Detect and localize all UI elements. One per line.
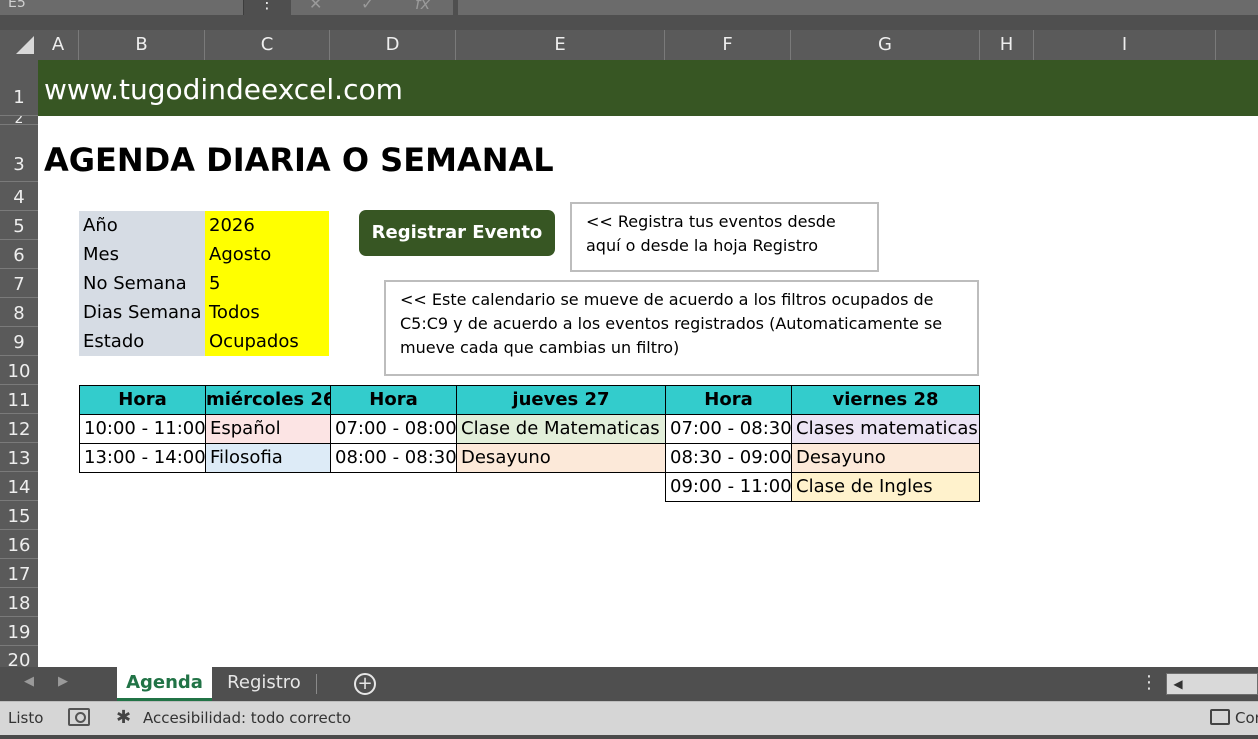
note-calendar-line: mueve cada que cambias un filtro) (400, 338, 680, 357)
column-header-a[interactable]: A (38, 30, 79, 60)
status-ready: Listo (8, 709, 44, 727)
row-header-2[interactable]: 2 (0, 116, 38, 125)
filter-label-month[interactable]: Mes (79, 240, 205, 269)
column-header-h[interactable]: H (980, 30, 1034, 60)
row-header-17[interactable]: 17 (0, 559, 38, 588)
calendar-event-cell[interactable]: Español (205, 414, 331, 444)
calendar-header-hour[interactable]: Hora (330, 385, 457, 415)
name-box-options-icon[interactable]: ⋮ (250, 0, 284, 15)
row-header-11[interactable]: 11 (0, 385, 38, 414)
calendar-event-cell[interactable]: Filosofia (205, 443, 331, 473)
column-header-d[interactable]: D (330, 30, 456, 60)
note-register-line: aquí o desde la hoja Registro (586, 236, 818, 255)
website-banner[interactable]: www.tugodindeexcel.com (44, 70, 403, 110)
row-header-3[interactable]: 3 (0, 125, 38, 182)
column-header-c[interactable]: C (205, 30, 330, 60)
page-title[interactable]: AGENDA DIARIA O SEMANAL (44, 140, 554, 180)
calendar-time-cell[interactable]: 10:00 - 11:00 (79, 414, 206, 444)
column-header-i[interactable]: I (1034, 30, 1216, 60)
accessibility-status[interactable]: Accesibilidad: todo correcto (143, 701, 351, 735)
scroll-left-icon[interactable]: ◀ (1168, 673, 1188, 695)
calendar-header-day[interactable]: jueves 27 (456, 385, 666, 415)
calendar-time-cell[interactable]: 07:00 - 08:00 (330, 414, 457, 444)
tab-registro[interactable]: Registro (214, 667, 314, 701)
column-header-e[interactable]: E (456, 30, 665, 60)
filter-value-weekdays[interactable]: Todos (205, 298, 329, 327)
column-header-g[interactable]: G (791, 30, 980, 60)
row-header-6[interactable]: 6 (0, 240, 38, 269)
enter-icon[interactable]: ✓ (361, 0, 374, 13)
row-header-14[interactable]: 14 (0, 472, 38, 501)
note-calendar-line: << Este calendario se mueve de acuerdo a… (400, 290, 934, 309)
row-header-8[interactable]: 8 (0, 298, 38, 327)
column-header-f[interactable]: F (665, 30, 791, 60)
tab-divider (316, 674, 317, 694)
row-header-1[interactable]: 1 (0, 60, 38, 116)
calendar-time-cell[interactable]: 08:30 - 09:00 (665, 443, 792, 473)
column-header-b[interactable]: B (79, 30, 205, 60)
tab-agenda[interactable]: Agenda (117, 667, 212, 701)
row-header-15[interactable]: 15 (0, 501, 38, 530)
row-header-7[interactable]: 7 (0, 269, 38, 298)
note-register-line: << Registra tus eventos desde (586, 212, 836, 231)
calendar-header-hour[interactable]: Hora (665, 385, 792, 415)
add-sheet-icon[interactable]: + (354, 673, 376, 695)
insert-function-icon[interactable]: fx (415, 0, 430, 13)
formula-buttons: ✕ ✓ fx (291, 0, 453, 15)
calendar-time-cell[interactable]: 07:00 - 08:30 (665, 414, 792, 444)
display-settings-icon[interactable] (1210, 709, 1230, 725)
note-calendar-line: C5:C9 y de acuerdo a los eventos registr… (400, 314, 943, 333)
calendar-event-cell[interactable]: Clases matematicas (791, 414, 980, 444)
row-header-16[interactable]: 16 (0, 530, 38, 559)
row-header-5[interactable]: 5 (0, 211, 38, 240)
filter-label-week[interactable]: No Semana (79, 269, 205, 298)
formula-input[interactable] (458, 0, 1258, 15)
select-all-icon (16, 36, 34, 54)
display-settings-label[interactable]: Config (1235, 701, 1258, 735)
calendar-header-day[interactable]: miércoles 26 (205, 385, 331, 415)
row-header-19[interactable]: 19 (0, 617, 38, 646)
register-event-button[interactable]: Registrar Evento (359, 210, 555, 256)
row-header-20[interactable]: 20 (0, 646, 38, 667)
filter-label-status[interactable]: Estado (79, 327, 205, 356)
row-header-9[interactable]: 9 (0, 327, 38, 356)
note-calendar[interactable]: << Este calendario se mueve de acuerdo a… (384, 280, 979, 376)
tab-nav-left-icon[interactable]: ◀ (24, 674, 34, 689)
calendar-event-cell[interactable]: Desayuno (456, 443, 666, 473)
row-header-13[interactable]: 13 (0, 443, 38, 472)
row-header-4[interactable]: 4 (0, 182, 38, 211)
filter-label-year[interactable]: Año (79, 211, 205, 240)
tab-menu-icon[interactable]: ⋮ (1140, 672, 1158, 693)
note-register[interactable]: << Registra tus eventos desde aquí o des… (570, 202, 879, 272)
filter-value-status[interactable]: Ocupados (205, 327, 329, 356)
bottom-edge (0, 735, 1258, 739)
name-box[interactable]: E5 (0, 0, 244, 15)
calendar-event-cell[interactable]: Clase de Ingles (791, 472, 980, 502)
calendar-time-cell[interactable]: 08:00 - 08:30 (330, 443, 457, 473)
filter-value-month[interactable]: Agosto (205, 240, 329, 269)
cancel-icon[interactable]: ✕ (309, 0, 322, 13)
row-header-18[interactable]: 18 (0, 588, 38, 617)
calendar-header-day[interactable]: viernes 28 (791, 385, 980, 415)
row-header-10[interactable]: 10 (0, 356, 38, 385)
calendar-time-cell[interactable]: 13:00 - 14:00 (79, 443, 206, 473)
row-header-12[interactable]: 12 (0, 414, 38, 443)
calendar-header-hour[interactable]: Hora (79, 385, 206, 415)
calendar-event-cell[interactable]: Clase de Matematicas (456, 414, 666, 444)
filter-value-week[interactable]: 5 (205, 269, 329, 298)
filter-label-weekdays[interactable]: Dias Semana (79, 298, 205, 327)
calendar-time-cell[interactable]: 09:00 - 11:00 (665, 472, 792, 502)
filter-value-year[interactable]: 2026 (205, 211, 329, 240)
tab-nav-right-icon[interactable]: ▶ (58, 674, 68, 689)
accessibility-icon[interactable]: ✱ (116, 704, 131, 732)
calendar-event-cell[interactable]: Desayuno (791, 443, 980, 473)
macro-recording-icon[interactable] (68, 708, 90, 726)
